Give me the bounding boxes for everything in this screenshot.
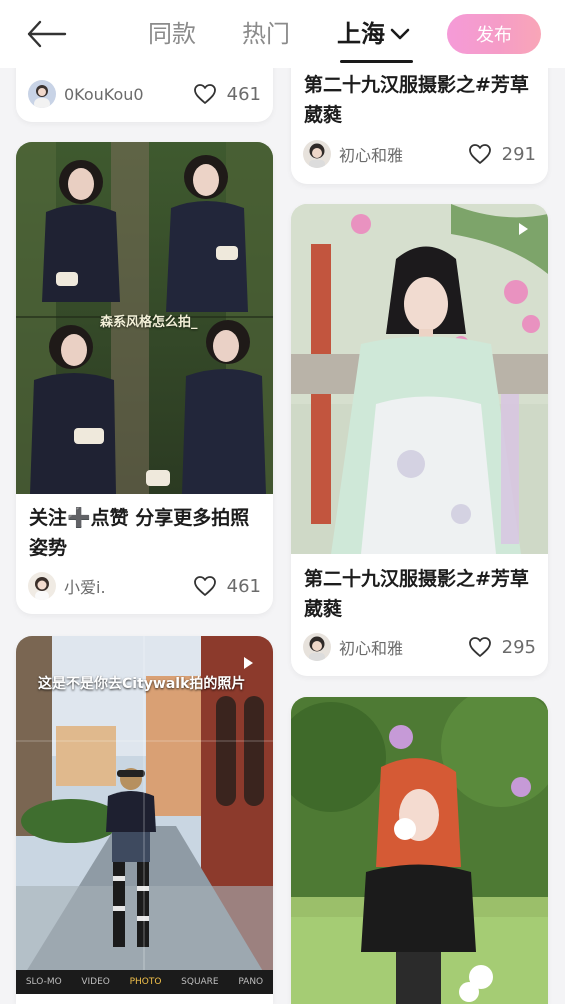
post-card[interactable] [291,697,548,1004]
image-caption: 这是不是你去Citywalk拍的照片 [38,676,246,692]
camera-mode: PANO [238,977,264,987]
post-title: 第二十九汉服摄影之#芳草葳蕤 [304,74,529,126]
post-meta: 0KouKou0 461 [28,79,261,109]
tab-active-indicator [340,60,413,63]
post-meta: 初心和雅 291 [303,139,536,169]
avatar[interactable] [28,80,56,108]
heart-icon [468,637,491,657]
play-icon [519,223,528,235]
like-count: 291 [501,143,536,165]
post-title: 第二十九汉服摄影之#芳草葳蕤 [304,568,529,620]
tab-city-selector[interactable]: 上海 [337,17,411,51]
avatar[interactable] [303,633,331,661]
post-image [291,204,548,554]
author-name[interactable]: 初心和雅 [339,635,468,659]
tab-city-label: 上海 [337,20,385,48]
avatar[interactable] [303,140,331,168]
camera-mode-selected: PHOTO [129,977,162,987]
like-button[interactable]: 295 [468,636,536,658]
back-arrow-icon[interactable] [26,16,68,52]
author-name[interactable]: 初心和雅 [339,142,468,166]
like-count: 461 [226,83,261,105]
heart-icon [193,576,216,596]
tab-hot[interactable]: 热门 [242,17,290,51]
like-button[interactable]: 461 [193,83,261,105]
camera-mode: VIDEO [81,977,110,987]
post-card[interactable]: 森系风格怎么拍_ 关注➕点赞 分享更多拍照姿势 小爱i. 461 [16,142,273,614]
like-button[interactable]: 461 [193,575,261,597]
camera-mode-bar: SLO-MO VIDEO PHOTO SQUARE PANO [16,970,273,994]
post-title: 关注➕点赞 分享更多拍照姿势 [29,507,250,559]
publish-button[interactable]: 发布 [447,14,541,54]
chevron-down-icon [390,28,410,40]
author-name[interactable]: 0KouKou0 [64,85,193,104]
camera-mode: SLO-MO [25,977,62,987]
heart-icon [468,144,491,164]
post-meta: 小爱i. 461 [28,571,261,601]
play-icon [244,657,253,669]
post-card[interactable]: 第二十九汉服摄影之#芳草葳蕤 初心和雅 295 [291,204,548,676]
like-count: 461 [226,575,261,597]
tab-same-style[interactable]: 同款 [148,17,196,51]
author-name[interactable]: 小爱i. [64,574,193,598]
like-count: 295 [501,636,536,658]
avatar[interactable] [28,572,56,600]
post-card[interactable]: 这是不是你去Citywalk拍的照片 SLO-MO VIDEO PHOTO SQ… [16,636,273,1004]
heart-icon [193,84,216,104]
post-meta: 初心和雅 295 [303,632,536,662]
post-image [291,697,548,1004]
image-caption: 森系风格怎么拍_ [100,315,198,330]
top-bar: 同款 热门 上海 发布 [0,0,565,68]
like-button[interactable]: 291 [468,143,536,165]
camera-mode: SQUARE [181,977,219,987]
